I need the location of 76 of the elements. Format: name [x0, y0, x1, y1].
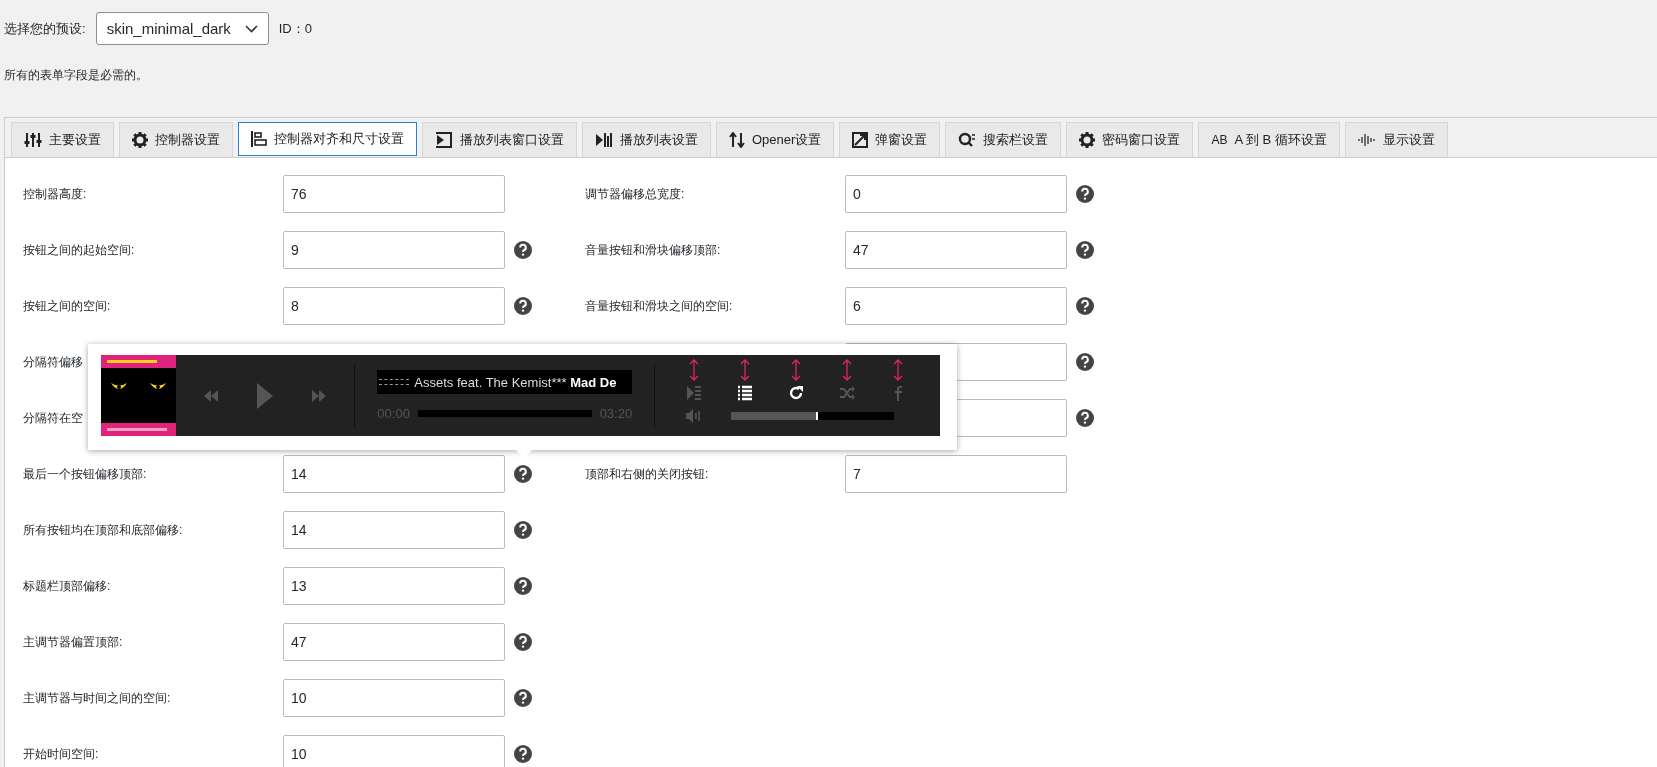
field-label: 主调节器与时间之间的空间: [23, 689, 172, 707]
double-arrow-icon [791, 358, 802, 381]
gear-icon [132, 132, 148, 148]
input-field[interactable]: 13 [283, 567, 505, 605]
settings-tab[interactable]: 密码窗口设置 [1066, 122, 1194, 157]
field-label: 调节器偏移总宽度: [585, 185, 686, 203]
settings-tab[interactable]: 显示设置 [1344, 122, 1448, 157]
field-label: 按钮之间的起始空间: [23, 241, 136, 259]
help-icon[interactable] [514, 241, 532, 259]
settings-tab[interactable]: 播放列表设置 [582, 122, 711, 157]
double-arrow-icon [689, 358, 700, 381]
settings-tab[interactable]: 控制器设置 [119, 122, 233, 157]
input-field[interactable]: 76 [283, 175, 505, 213]
settings-tab[interactable]: 主要设置 [11, 122, 114, 157]
sliders-icon [24, 132, 42, 148]
track-title: Assets feat. The Kemist*** Mad De [377, 370, 633, 394]
search-icon [958, 132, 977, 148]
double-arrow-icon [893, 358, 904, 381]
popup-icon [852, 132, 869, 148]
field-label: 所有按钮均在顶部和底部偏移: [23, 521, 184, 539]
input-field[interactable]: 47 [845, 231, 1067, 269]
playlist-window-icon [435, 132, 453, 148]
help-icon[interactable] [514, 689, 532, 707]
input-field[interactable]: 8 [283, 287, 505, 325]
field-label: 分隔符在空 [23, 409, 84, 427]
field-label: 开始时间空间: [23, 745, 100, 763]
input-field[interactable]: 6 [845, 287, 1067, 325]
settings-tab[interactable]: Opener设置 [716, 122, 835, 157]
help-icon[interactable] [1076, 409, 1094, 427]
field-label: 主调节器偏置顶部: [23, 633, 124, 651]
field-label: 音量按钮和滑块之间的空间: [585, 297, 734, 315]
preset-id: ID：0 [278, 19, 312, 38]
help-icon[interactable] [1076, 185, 1094, 203]
help-icon[interactable] [514, 465, 532, 483]
help-icon[interactable] [1076, 353, 1094, 371]
repeat-icon[interactable] [788, 384, 805, 401]
help-icon[interactable] [514, 521, 532, 539]
input-field[interactable]: 14 [283, 455, 505, 493]
input-field[interactable]: 10 [283, 679, 505, 717]
input-field[interactable]: 14 [283, 511, 505, 549]
chevron-down-icon [244, 24, 258, 33]
settings-tab[interactable]: 搜索栏设置 [945, 122, 1062, 157]
waveform-icon [1357, 133, 1376, 147]
playlist-icon [595, 132, 613, 148]
help-icon[interactable] [514, 297, 532, 315]
help-icon[interactable] [1076, 241, 1094, 259]
input-field[interactable]: 0 [845, 175, 1067, 213]
gear-icon [1079, 132, 1096, 148]
field-label: 按钮之间的空间: [23, 297, 112, 315]
list-icon[interactable] [737, 384, 754, 401]
field-label: 最后一个按钮偏移顶部: [23, 465, 148, 483]
field-label: 分隔符偏移 [23, 353, 84, 371]
input-field[interactable]: 9 [283, 231, 505, 269]
field-label: 音量按钮和滑块偏移顶部: [585, 241, 722, 259]
double-arrow-icon [842, 358, 853, 381]
double-arrow-icon [740, 358, 751, 381]
volume-slider[interactable] [731, 411, 895, 420]
preset-select[interactable]: skin_minimal_dark [95, 12, 269, 45]
help-icon[interactable] [514, 633, 532, 651]
field-label: 控制器高度: [23, 185, 88, 203]
settings-tab[interactable]: 弹窗设置 [839, 122, 941, 157]
settings-tab[interactable]: 控制器对齐和尺寸设置 [238, 122, 417, 156]
help-icon[interactable] [514, 745, 532, 763]
required-notice: 所有的表单字段是必需的。 [4, 67, 149, 84]
input-field[interactable]: 7 [845, 455, 1067, 493]
sort-arrows-icon [729, 132, 745, 148]
settings-tab[interactable]: AB A 到 B 循环设置 [1198, 122, 1340, 157]
input-field[interactable]: 10 [283, 735, 505, 767]
preset-label: 选择您的预设: [4, 19, 86, 38]
help-icon[interactable] [514, 577, 532, 595]
align-icon [251, 131, 267, 147]
field-label: 顶部和右侧的关闭按钮: [585, 465, 710, 483]
field-label: 标题栏顶部偏移: [23, 577, 112, 595]
input-field[interactable]: 47 [283, 623, 505, 661]
help-icon[interactable] [1076, 297, 1094, 315]
settings-tab[interactable]: 播放列表窗口设置 [422, 122, 577, 157]
